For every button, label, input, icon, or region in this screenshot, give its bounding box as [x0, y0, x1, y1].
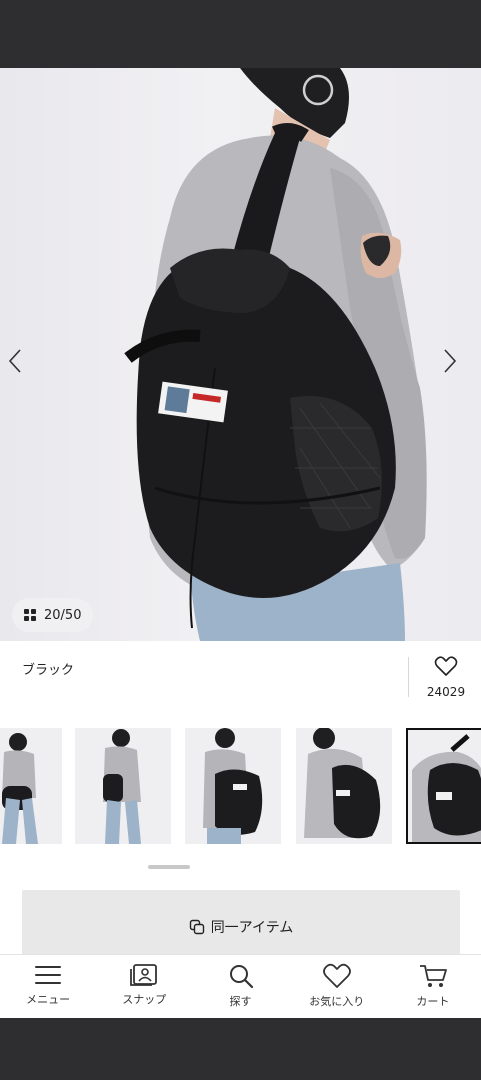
next-image-button[interactable]: [443, 348, 473, 378]
thumbnail-5[interactable]: [406, 728, 481, 844]
thumbnail-image: [0, 728, 62, 844]
chevron-right-icon: [444, 349, 457, 373]
favorite-count: 24029: [426, 685, 466, 699]
drag-handle[interactable]: [148, 865, 190, 869]
nav-label-snap: スナップ: [122, 993, 167, 1006]
menu-icon: [35, 966, 62, 984]
divider: [408, 657, 409, 697]
nav-item-cart[interactable]: カート: [385, 955, 481, 1018]
thumbnail-1[interactable]: [0, 728, 62, 844]
product-screen: 20/50 ブラック 24029 同一アイテム メニュー スナップ 探す お気に…: [0, 68, 481, 1018]
thumbnail-3[interactable]: [185, 728, 281, 844]
bottom-nav: メニュー スナップ 探す お気に入り カート: [0, 954, 481, 1018]
model-bag-photo: [124, 68, 427, 641]
image-counter-text: 20/50: [44, 607, 82, 623]
copy-icon: [189, 919, 204, 935]
nav-label-favorites: お気に入り: [309, 995, 365, 1008]
snap-icon: [130, 964, 158, 986]
thumbnail-image: [408, 730, 481, 842]
grid-icon: [24, 609, 36, 621]
favorite-button[interactable]: 24029: [418, 655, 474, 699]
nav-item-search[interactable]: 探す: [192, 955, 288, 1018]
thumbnail-image: [75, 728, 171, 844]
nav-label-cart: カート: [416, 995, 450, 1008]
nav-item-favorites[interactable]: お気に入り: [289, 955, 385, 1018]
search-icon: [229, 965, 253, 989]
prev-image-button[interactable]: [8, 348, 38, 378]
thumbnail-image: [296, 728, 392, 844]
color-row: ブラック 24029: [0, 641, 481, 711]
image-counter-badge[interactable]: 20/50: [12, 598, 94, 632]
nav-label-search: 探す: [229, 995, 252, 1008]
nav-label-menu: メニュー: [26, 993, 71, 1006]
nav-item-menu[interactable]: メニュー: [0, 955, 96, 1018]
thumbnail-image: [185, 728, 281, 844]
heart-icon: [434, 656, 458, 676]
heart-icon: [322, 963, 351, 988]
same-item-button[interactable]: 同一アイテム: [22, 890, 460, 964]
system-navigation-bar: [0, 1018, 481, 1080]
thumbnail-4[interactable]: [296, 728, 392, 844]
color-name: ブラック: [22, 663, 75, 678]
thumbnail-strip[interactable]: [0, 728, 481, 846]
thumbnail-2[interactable]: [75, 728, 171, 844]
product-image[interactable]: 20/50: [0, 68, 481, 641]
nav-item-snap[interactable]: スナップ: [96, 955, 192, 1018]
same-item-label: 同一アイテム: [210, 920, 294, 936]
cart-icon: [419, 965, 447, 987]
status-bar: [0, 0, 481, 68]
chevron-left-icon: [8, 349, 21, 373]
